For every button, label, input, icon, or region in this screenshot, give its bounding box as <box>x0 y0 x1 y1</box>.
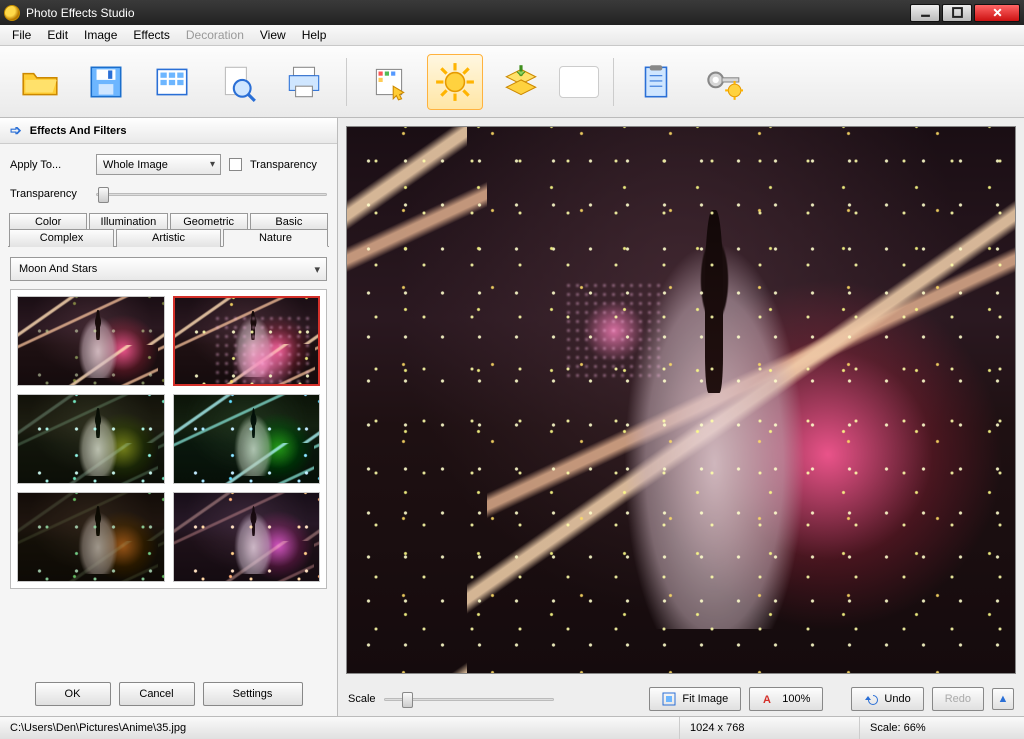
frame-button[interactable] <box>559 66 599 98</box>
clipboard-button[interactable] <box>628 54 684 110</box>
preset-thumb[interactable] <box>173 394 321 484</box>
menu-view[interactable]: View <box>252 26 294 44</box>
app-icon <box>4 5 20 21</box>
menubar: File Edit Image Effects Decoration View … <box>0 25 1024 46</box>
panel-header: ➩ Effects And Filters <box>0 118 337 144</box>
menu-decoration[interactable]: Decoration <box>178 26 252 44</box>
tab-basic[interactable]: Basic <box>250 213 328 230</box>
preset-thumbnails <box>10 289 327 589</box>
menu-effects[interactable]: Effects <box>125 26 177 44</box>
tab-illumination[interactable]: Illumination <box>89 213 167 230</box>
effects-button[interactable] <box>427 54 483 110</box>
transparency-checkbox[interactable] <box>229 158 242 171</box>
preview-button[interactable] <box>210 54 266 110</box>
redo-button[interactable]: Redo <box>932 687 984 711</box>
preset-thumb[interactable] <box>17 394 165 484</box>
save-button[interactable] <box>78 54 134 110</box>
tab-complex[interactable]: Complex <box>9 229 114 247</box>
separator <box>613 58 614 106</box>
undo-button[interactable]: Undo <box>851 687 923 711</box>
toolbar <box>0 46 1024 118</box>
maximize-button[interactable] <box>942 4 972 22</box>
status-path: C:\Users\Den\Pictures\Anime\35.jpg <box>0 717 680 739</box>
tab-geometric[interactable]: Geometric <box>170 213 248 230</box>
tab-artistic[interactable]: Artistic <box>116 229 221 247</box>
settings-button[interactable]: Settings <box>203 682 303 706</box>
separator <box>346 58 347 106</box>
arrow-icon: ➩ <box>10 122 22 139</box>
tab-color[interactable]: Color <box>9 213 87 230</box>
applyto-value: Whole Image <box>103 159 168 171</box>
preset-thumb[interactable] <box>17 492 165 582</box>
statusbar: C:\Users\Den\Pictures\Anime\35.jpg 1024 … <box>0 716 1024 739</box>
key-button[interactable] <box>694 54 750 110</box>
canvas-area: Scale Fit Image A 100% Undo Redo ▲ <box>338 118 1024 716</box>
fit-label: Fit Image <box>682 693 728 705</box>
transparency-slider[interactable] <box>96 185 327 203</box>
panel-title: Effects And Filters <box>30 125 127 137</box>
gallery-button[interactable] <box>144 54 200 110</box>
transparency-checkbox-label: Transparency <box>250 159 317 171</box>
layers-button[interactable] <box>493 54 549 110</box>
titlebar: Photo Effects Studio <box>0 0 1024 25</box>
window-title: Photo Effects Studio <box>26 6 910 20</box>
category-tabs: Color Illumination Geometric Basic Compl… <box>8 213 329 247</box>
ok-button[interactable]: OK <box>35 682 111 706</box>
minimize-button[interactable] <box>910 4 940 22</box>
crop-button[interactable] <box>361 54 417 110</box>
menu-file[interactable]: File <box>4 26 39 44</box>
tab-nature[interactable]: Nature <box>223 229 328 247</box>
scroll-up-button[interactable]: ▲ <box>992 688 1014 710</box>
menu-help[interactable]: Help <box>294 26 335 44</box>
bottom-toolbar: Scale Fit Image A 100% Undo Redo ▲ <box>338 682 1024 716</box>
canvas[interactable] <box>346 126 1016 674</box>
status-dimensions: 1024 x 768 <box>680 717 860 739</box>
preset-dropdown[interactable]: Moon And Stars <box>10 257 327 281</box>
transparency-label: Transparency <box>10 188 88 200</box>
applyto-dropdown[interactable]: Whole Image <box>96 154 221 175</box>
preset-thumb[interactable] <box>173 492 321 582</box>
zoom-label: 100% <box>782 693 810 705</box>
scale-label: Scale <box>348 693 376 705</box>
scale-slider[interactable] <box>384 690 554 708</box>
menu-edit[interactable]: Edit <box>39 26 76 44</box>
status-scale: Scale: 66% <box>860 717 1024 739</box>
redo-label: Redo <box>945 693 971 705</box>
cancel-button[interactable]: Cancel <box>119 682 195 706</box>
effects-panel: ➩ Effects And Filters Apply To... Whole … <box>0 118 338 716</box>
menu-image[interactable]: Image <box>76 26 125 44</box>
applyto-label: Apply To... <box>10 159 88 171</box>
fit-image-button[interactable]: Fit Image <box>649 687 741 711</box>
zoom-100-button[interactable]: A 100% <box>749 687 823 711</box>
preset-value: Moon And Stars <box>19 263 97 275</box>
undo-label: Undo <box>884 693 910 705</box>
preset-thumb[interactable] <box>173 296 321 386</box>
open-button[interactable] <box>12 54 68 110</box>
close-button[interactable] <box>974 4 1020 22</box>
preset-thumb[interactable] <box>17 296 165 386</box>
print-button[interactable] <box>276 54 332 110</box>
svg-text:A: A <box>763 694 771 706</box>
